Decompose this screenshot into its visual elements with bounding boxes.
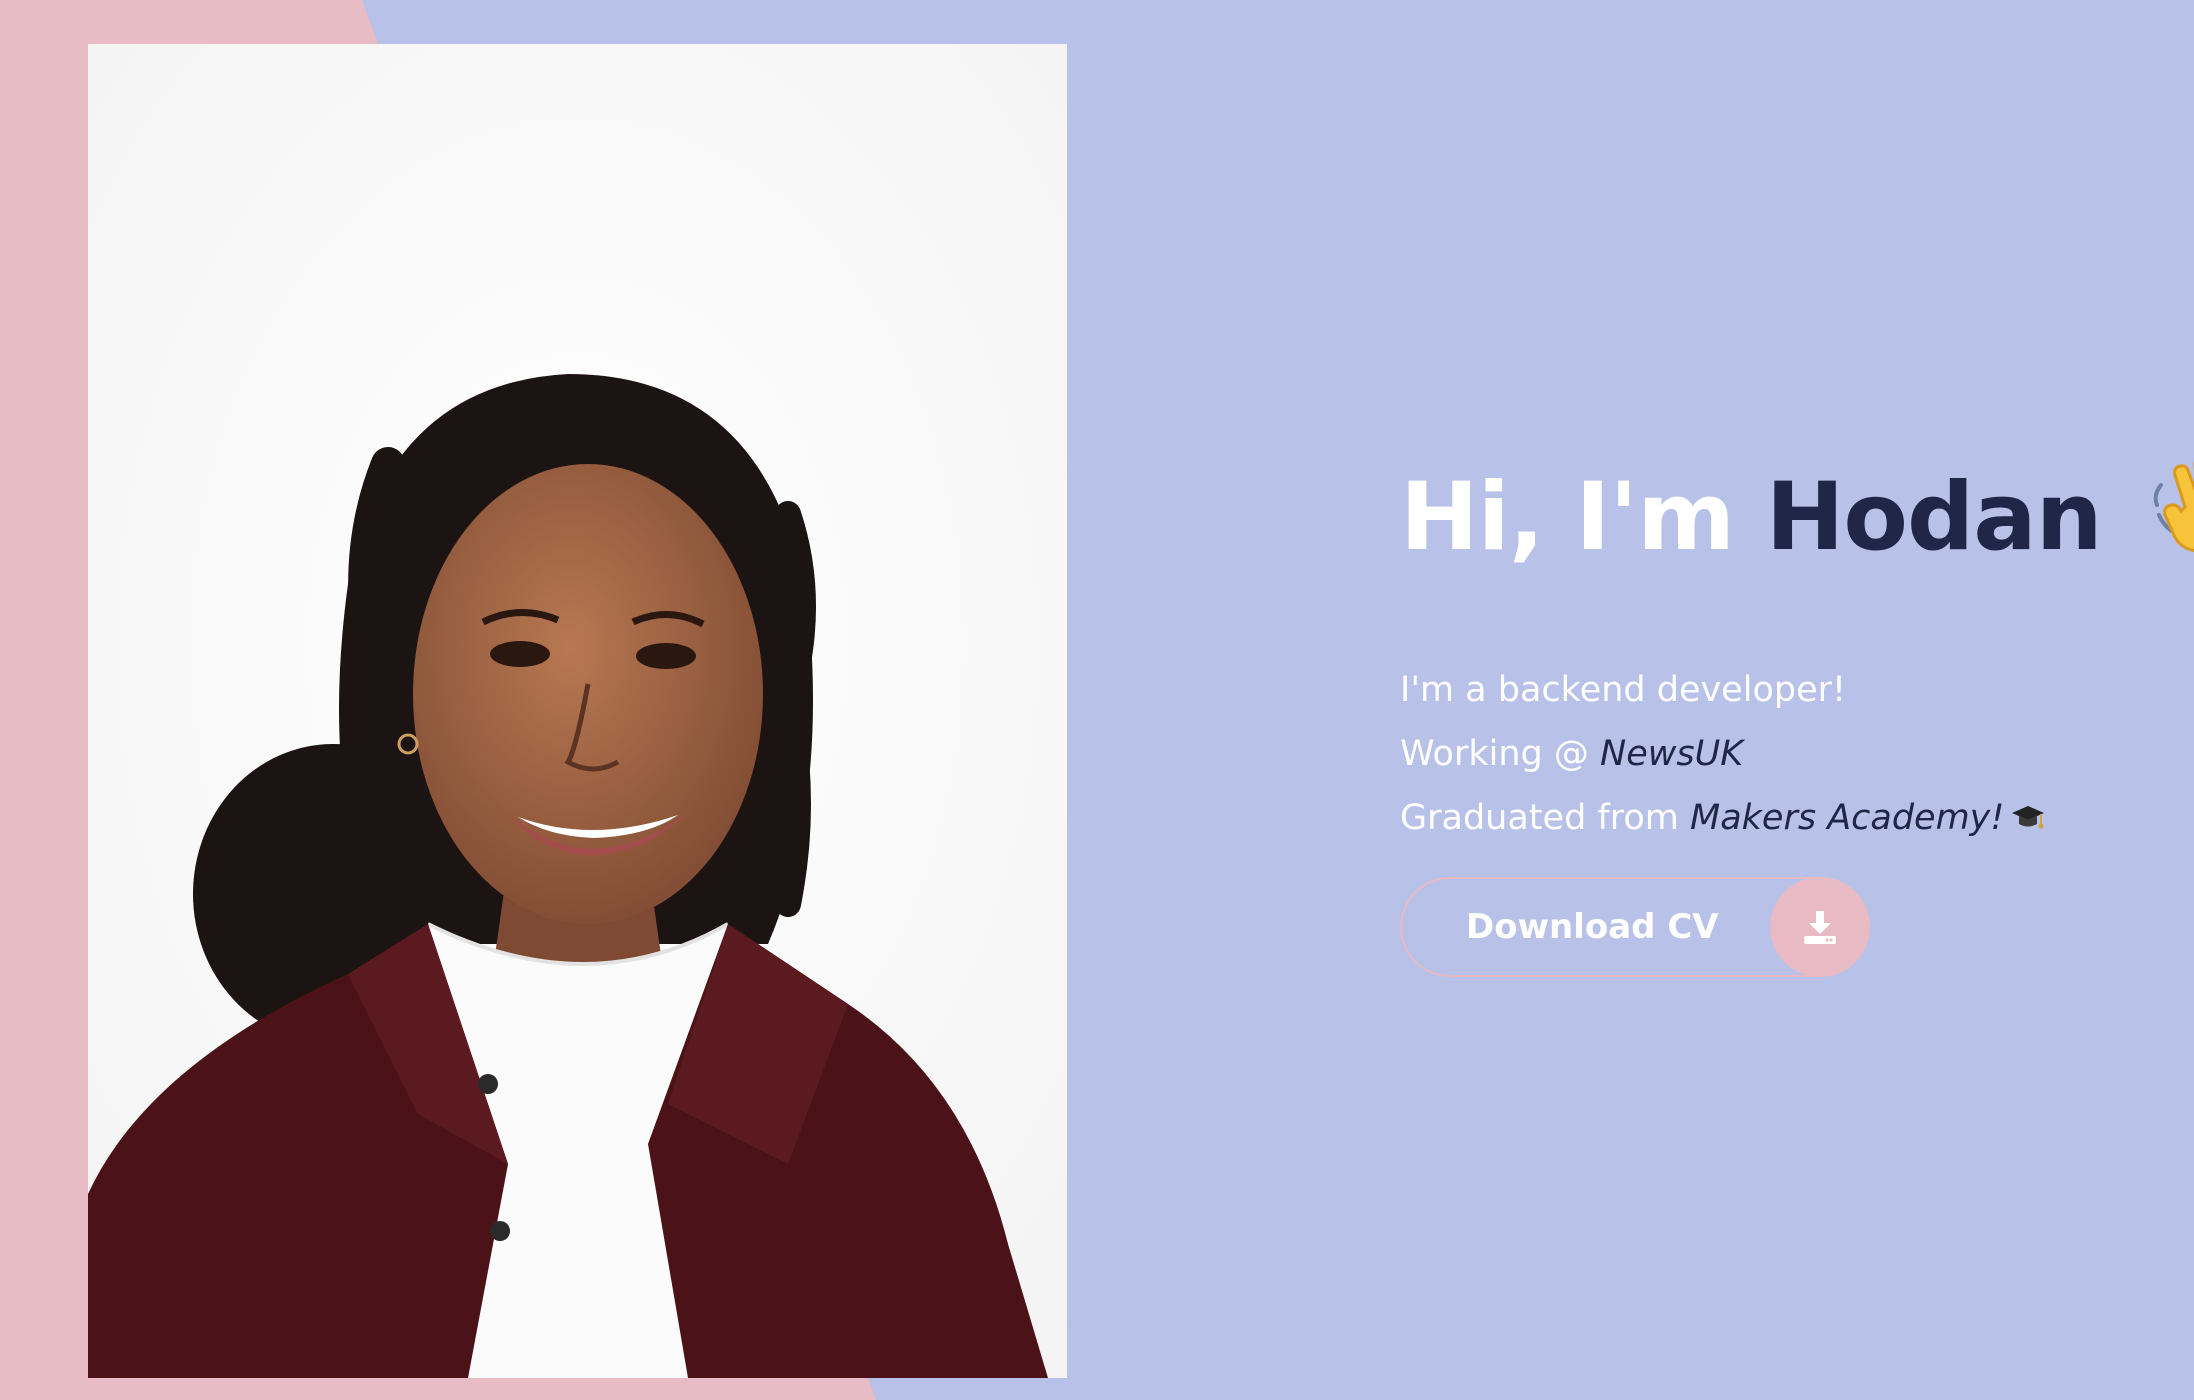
portrait-photo [88, 44, 1067, 1378]
work-prefix: Working @ [1400, 734, 1589, 774]
role-text: I'm a backend developer! [1400, 670, 1847, 710]
download-cv-button[interactable]: Download CV [1400, 877, 1870, 977]
graduation-cap-icon [2010, 792, 2046, 856]
download-icon [1770, 877, 1870, 977]
download-cv-label: Download CV [1466, 907, 1719, 947]
bio-line-work: Working @ NewsUK [1400, 722, 2180, 786]
company-name: NewsUK [1600, 734, 1744, 774]
name-text: Hodan [1765, 463, 2103, 572]
school-name: Makers Academy! [1690, 798, 2005, 838]
hero-section: Hi, I'm Hodan I'm a backend developer! W… [1400, 455, 2194, 977]
waving-hand-icon [2151, 455, 2194, 584]
bio-line-education: Graduated from Makers Academy! [1400, 786, 2180, 856]
bio: I'm a backend developer! Working @ NewsU… [1400, 658, 2180, 856]
greeting-text: Hi, I'm [1400, 463, 1735, 572]
hero-headline: Hi, I'm Hodan [1400, 455, 2194, 584]
education-prefix: Graduated from [1400, 798, 1679, 838]
bio-line-role: I'm a backend developer! [1400, 658, 2180, 722]
